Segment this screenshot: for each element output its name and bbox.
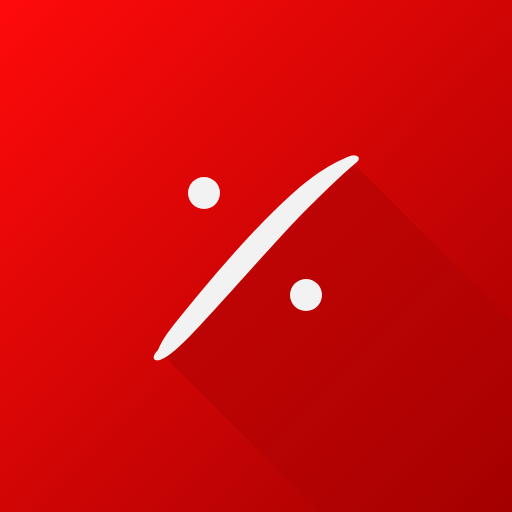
percent-icon [0, 0, 512, 512]
percent-dot-bottom [290, 279, 322, 311]
app-icon [0, 0, 512, 512]
percent-dot-top [188, 177, 220, 209]
